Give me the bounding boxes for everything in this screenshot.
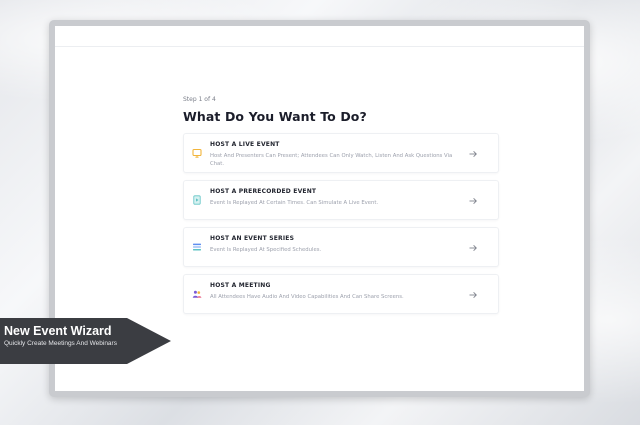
option-title: HOST AN EVENT SERIES [210,235,295,242]
banner-title: New Event Wizard [4,324,112,338]
presentation-board-icon [192,148,202,158]
arrow-right-icon[interactable] [468,149,478,159]
option-event-series[interactable]: HOST AN EVENT SERIES Event Is Replayed A… [183,227,499,267]
wizard-content: Step 1 of 4 What Do You Want To Do? HOST… [183,96,499,321]
arrow-right-icon[interactable] [468,243,478,253]
top-bar [55,26,584,47]
option-live-event[interactable]: HOST A LIVE EVENT Host And Presenters Ca… [183,133,499,173]
step-indicator: Step 1 of 4 [183,96,216,103]
event-series-list-icon [193,243,201,251]
option-title: HOST A LIVE EVENT [210,141,280,148]
option-description: Event Is Replayed At Certain Times. Can … [210,200,379,206]
option-description: Event Is Replayed At Specified Schedules… [210,247,322,253]
option-prerecorded-event[interactable]: HOST A PRERECORDED EVENT Event Is Replay… [183,180,499,220]
option-title: HOST A PRERECORDED EVENT [210,188,317,195]
option-description: All Attendees Have Audio And Video Capab… [210,294,404,300]
option-title: HOST A MEETING [210,282,271,289]
banner-subtitle: Quickly Create Meetings And Webinars [4,340,117,347]
recorded-file-icon [193,195,201,205]
option-meeting[interactable]: HOST A MEETING All Attendees Have Audio … [183,274,499,314]
option-list: HOST A LIVE EVENT Host And Presenters Ca… [183,133,499,314]
arrow-right-icon[interactable] [468,196,478,206]
page-title: What Do You Want To Do? [183,109,367,124]
meeting-people-icon [192,290,202,298]
option-description: Host And Presenters Can Present; Attende… [210,153,453,167]
arrow-right-icon[interactable] [468,290,478,300]
